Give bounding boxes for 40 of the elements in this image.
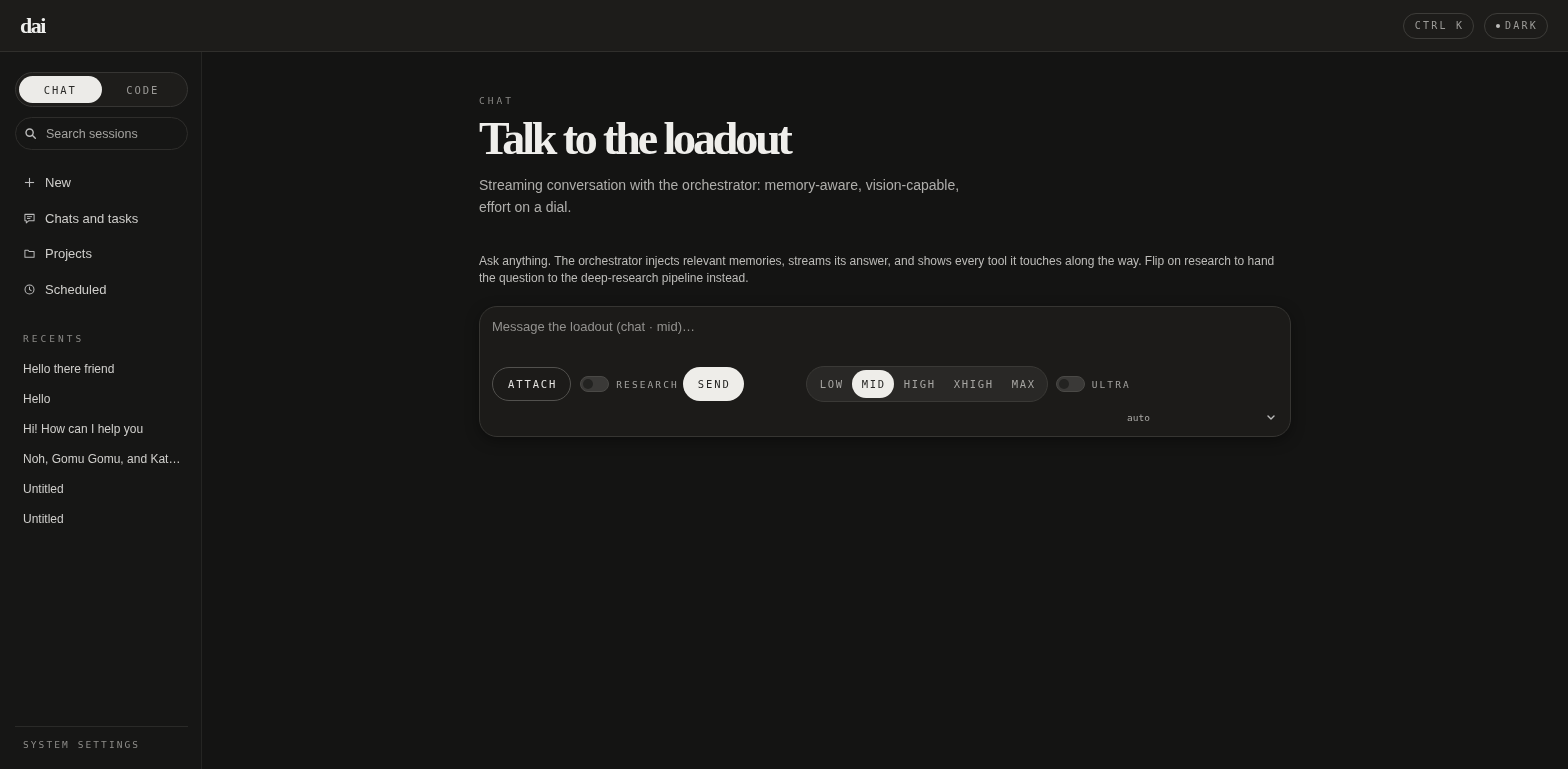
recent-session[interactable]: Untitled bbox=[15, 504, 188, 534]
dot-icon bbox=[1496, 23, 1501, 28]
mode-tab[interactable]: CHAT bbox=[19, 76, 102, 103]
effort-option[interactable]: MID bbox=[851, 370, 894, 398]
effort-option[interactable]: XHIGH bbox=[943, 370, 1002, 398]
search-field[interactable]: Search sessions bbox=[15, 117, 188, 150]
recent-session[interactable]: Hi! How can I help you bbox=[15, 414, 188, 444]
message-composer[interactable]: Message the loadout (chat · mid)… ATTACH RESEARCH SEND LOW MID HIGH XHIGH MAX ULTRA auto bbox=[479, 306, 1291, 437]
chat-bubble-icon bbox=[24, 212, 35, 224]
effort-option[interactable]: MAX bbox=[1001, 370, 1044, 398]
mode-tab[interactable]: CODE bbox=[101, 76, 184, 103]
effort-option[interactable]: HIGH bbox=[893, 370, 944, 398]
recent-session[interactable]: Hello bbox=[15, 384, 188, 414]
chevron-down-icon bbox=[1267, 414, 1275, 420]
system-settings-link[interactable]: SYSTEM SETTINGS bbox=[23, 739, 188, 751]
recents-heading: RECENTS bbox=[22, 333, 86, 344]
folder-icon bbox=[24, 248, 35, 260]
nav-link[interactable]: Projects bbox=[45, 246, 92, 262]
model-select[interactable]: auto bbox=[1127, 407, 1277, 427]
message-field[interactable]: Message the loadout (chat · mid)… bbox=[492, 317, 1277, 357]
section-eyebrow: CHAT bbox=[479, 95, 516, 107]
ultra-label: ULTRA bbox=[1091, 378, 1131, 390]
nav-link[interactable]: Chats and tasks bbox=[45, 210, 139, 226]
recent-session[interactable]: Noh, Gomu Gomu, and Kat… bbox=[15, 444, 188, 474]
research-label: RESEARCH bbox=[616, 378, 679, 390]
page-subtitle: Streaming conversation with the orchestrator: memory-aware, vision-capable, effort on a dial. bbox=[479, 176, 961, 217]
search-icon bbox=[25, 128, 36, 139]
nav-link[interactable]: New bbox=[45, 175, 71, 191]
send-button[interactable]: SEND bbox=[682, 367, 744, 401]
page-title: Talk to the loadout bbox=[479, 115, 792, 163]
recent-session[interactable]: Hello there friend bbox=[15, 354, 188, 384]
intro-text: Ask anything. The orchestrator injects relevant memories, streams its answer, and shows every tool it touches along the way. Flip on research to hand the question to the deep-research pipeline instead. bbox=[479, 253, 1276, 287]
clock-icon bbox=[24, 283, 35, 295]
research-toggle[interactable] bbox=[580, 376, 610, 392]
ultra-toggle[interactable] bbox=[1055, 376, 1085, 392]
recent-session[interactable]: Untitled bbox=[15, 474, 188, 504]
plus-icon bbox=[24, 177, 35, 189]
effort-option[interactable]: LOW bbox=[809, 370, 852, 398]
logo: dai bbox=[20, 14, 45, 37]
nav-link[interactable]: Scheduled bbox=[45, 281, 107, 297]
